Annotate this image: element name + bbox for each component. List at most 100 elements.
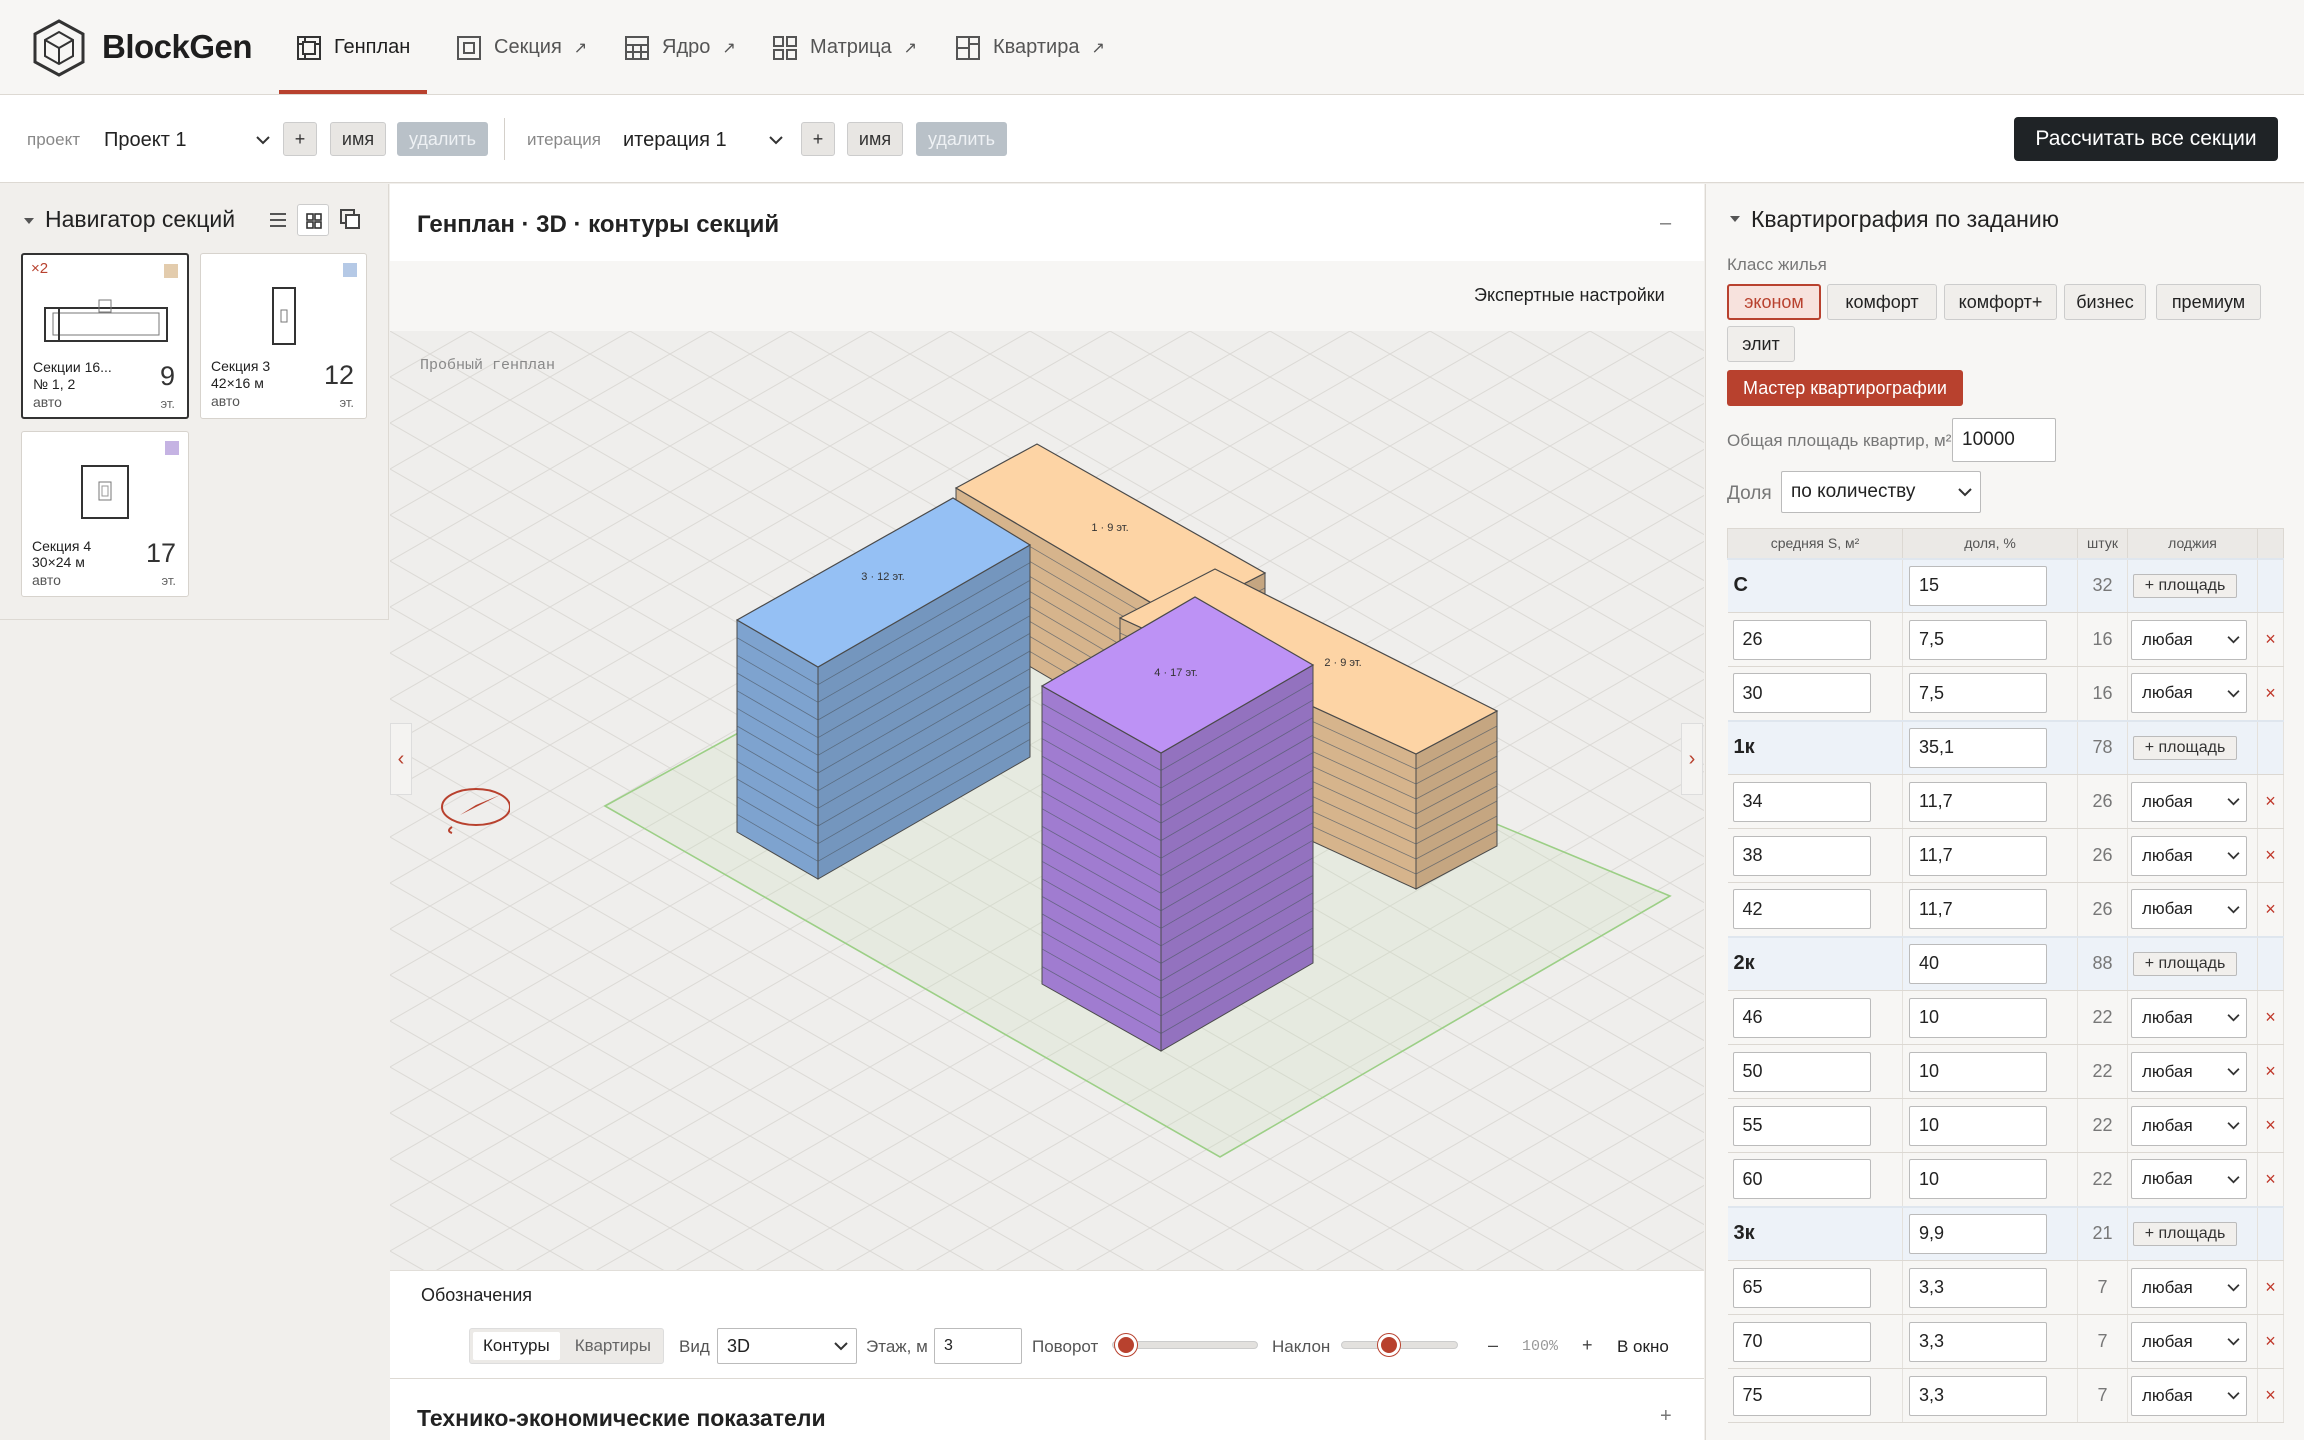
- tab-apartment[interactable]: Квартира ↗: [955, 0, 1105, 95]
- loggia-select[interactable]: любая: [2131, 781, 2247, 822]
- calculate-all-sections-button[interactable]: Рассчитать все секции: [2014, 117, 2278, 161]
- rename-iteration-button[interactable]: имя: [847, 122, 903, 156]
- section-card[interactable]: ×2 Секции 16... № 1, 2 авто 9 эт.: [21, 253, 189, 419]
- group-share-input[interactable]: 35,1: [1909, 727, 2047, 768]
- add-area-button[interactable]: + площадь: [2133, 573, 2237, 598]
- delete-iteration-button[interactable]: удалить: [916, 122, 1007, 156]
- class-premium[interactable]: премиум: [2156, 284, 2261, 320]
- delete-row-button[interactable]: ×: [2257, 774, 2284, 829]
- section-card[interactable]: Секция 3 42×16 м авто 12 эт.: [200, 253, 367, 419]
- loggia-select[interactable]: любая: [2131, 1105, 2247, 1146]
- loggia-select[interactable]: любая: [2131, 1267, 2247, 1308]
- delete-row-button[interactable]: ×: [2257, 1152, 2284, 1207]
- area-input[interactable]: 26: [1732, 619, 1871, 660]
- row-share-input[interactable]: 7,5: [1909, 619, 2047, 660]
- group-share-input[interactable]: 9,9: [1909, 1213, 2047, 1254]
- loggia-select[interactable]: любая: [2131, 1159, 2247, 1200]
- class-comfort[interactable]: комфорт: [1827, 284, 1937, 320]
- add-area-button[interactable]: + площадь: [2133, 735, 2237, 760]
- grid-view-button[interactable]: [297, 204, 329, 236]
- delete-row-button[interactable]: ×: [2257, 1260, 2284, 1315]
- expert-settings-link[interactable]: Экспертные настройки: [1474, 285, 1665, 306]
- row-share-input[interactable]: 10: [1909, 997, 2047, 1038]
- add-area-button[interactable]: + площадь: [2133, 1221, 2237, 1246]
- row-share-input[interactable]: 10: [1909, 1159, 2047, 1200]
- area-input[interactable]: 30: [1732, 673, 1871, 714]
- fit-window-button[interactable]: В окно: [1617, 1337, 1669, 1357]
- delete-project-button[interactable]: удалить: [397, 122, 488, 156]
- area-input[interactable]: 42: [1732, 889, 1871, 930]
- collapse-button[interactable]: –: [1660, 212, 1671, 235]
- row-share-input[interactable]: 3,3: [1909, 1321, 2047, 1362]
- zoom-out-button[interactable]: –: [1488, 1335, 1498, 1356]
- loggia-select[interactable]: любая: [2131, 1375, 2247, 1416]
- loggia-select[interactable]: любая: [2131, 619, 2247, 660]
- iteration-select[interactable]: итерация 1: [623, 124, 783, 156]
- delete-row-button[interactable]: ×: [2257, 882, 2284, 937]
- section-card[interactable]: Секция 4 30×24 м авто 17 эт.: [21, 431, 189, 597]
- area-input[interactable]: 46: [1732, 997, 1871, 1038]
- rename-project-button[interactable]: имя: [330, 122, 386, 156]
- area-input[interactable]: 70: [1732, 1321, 1871, 1362]
- tilt-slider-knob[interactable]: [1378, 1334, 1400, 1356]
- compass-icon[interactable]: [438, 783, 510, 839]
- group-share-input[interactable]: 15: [1909, 565, 2047, 606]
- floor-height-input[interactable]: 3: [934, 1328, 1022, 1364]
- row-share-input[interactable]: 3,3: [1909, 1267, 2047, 1308]
- delete-row-button[interactable]: ×: [2257, 1098, 2284, 1153]
- loggia-select[interactable]: любая: [2131, 1321, 2247, 1362]
- apartments-mode[interactable]: Квартиры: [563, 1329, 663, 1363]
- loggia-select[interactable]: любая: [2131, 673, 2247, 714]
- share-mode-select[interactable]: по количеству: [1781, 471, 1981, 513]
- delete-row-button[interactable]: ×: [2257, 828, 2284, 883]
- project-select[interactable]: Проект 1: [104, 124, 270, 156]
- class-business[interactable]: бизнес: [2064, 284, 2146, 320]
- loggia-select[interactable]: любая: [2131, 1051, 2247, 1092]
- loggia-select[interactable]: любая: [2131, 997, 2247, 1038]
- area-input[interactable]: 50: [1732, 1051, 1871, 1092]
- tab-core[interactable]: Ядро ↗: [624, 0, 736, 95]
- add-project-button[interactable]: +: [283, 122, 317, 156]
- area-input[interactable]: 34: [1732, 781, 1871, 822]
- tab-section[interactable]: Секция ↗: [456, 0, 587, 95]
- row-share-input[interactable]: 11,7: [1909, 889, 2047, 930]
- apartment-mix-wizard-button[interactable]: Мастер квартирографии: [1727, 370, 1963, 406]
- delete-row-button[interactable]: ×: [2257, 1044, 2284, 1099]
- tab-genplan[interactable]: Генплан: [296, 0, 410, 95]
- area-input[interactable]: 60: [1732, 1159, 1871, 1200]
- list-view-icon[interactable]: [267, 209, 289, 231]
- zoom-in-button[interactable]: +: [1582, 1335, 1593, 1356]
- tab-matrix[interactable]: Матрица ↗: [772, 0, 917, 95]
- area-input[interactable]: 75: [1732, 1375, 1871, 1416]
- add-iteration-button[interactable]: +: [801, 122, 835, 156]
- rotation-slider-knob[interactable]: [1115, 1334, 1137, 1356]
- loggia-select[interactable]: любая: [2131, 835, 2247, 876]
- 3d-viewport[interactable]: 1 · 9 эт. 2 · 9 эт. 3 · 12 эт. 4 · 17 эт. П…: [390, 331, 1704, 1270]
- row-share-input[interactable]: 10: [1909, 1051, 2047, 1092]
- add-area-button[interactable]: + площадь: [2133, 951, 2237, 976]
- row-share-input[interactable]: 10: [1909, 1105, 2047, 1146]
- class-economy[interactable]: эконом: [1727, 284, 1821, 320]
- left-panel-toggle[interactable]: ‹: [390, 723, 412, 795]
- delete-row-button[interactable]: ×: [2257, 990, 2284, 1045]
- contours-mode[interactable]: Контуры: [473, 1332, 560, 1360]
- right-panel-toggle[interactable]: ›: [1681, 723, 1703, 795]
- copy-icon[interactable]: [338, 207, 362, 231]
- delete-row-button[interactable]: ×: [2257, 1368, 2284, 1423]
- total-area-input[interactable]: 10000: [1952, 418, 2056, 462]
- genplan-3d-scene[interactable]: 1 · 9 эт. 2 · 9 эт. 3 · 12 эт. 4 · 17 эт.: [390, 331, 1704, 1270]
- delete-row-button[interactable]: ×: [2257, 1314, 2284, 1369]
- class-comfort-plus[interactable]: комфорт+: [1944, 284, 2057, 320]
- row-share-input[interactable]: 7,5: [1909, 673, 2047, 714]
- area-input[interactable]: 65: [1732, 1267, 1871, 1308]
- group-share-input[interactable]: 40: [1909, 943, 2047, 984]
- expand-tep-button[interactable]: +: [1660, 1405, 1672, 1428]
- row-share-input[interactable]: 3,3: [1909, 1375, 2047, 1416]
- row-share-input[interactable]: 11,7: [1909, 835, 2047, 876]
- delete-row-button[interactable]: ×: [2257, 666, 2284, 721]
- row-share-input[interactable]: 11,7: [1909, 781, 2047, 822]
- loggia-select[interactable]: любая: [2131, 889, 2247, 930]
- area-input[interactable]: 38: [1732, 835, 1871, 876]
- view-select[interactable]: 3D: [717, 1328, 857, 1364]
- class-elite[interactable]: элит: [1727, 326, 1795, 362]
